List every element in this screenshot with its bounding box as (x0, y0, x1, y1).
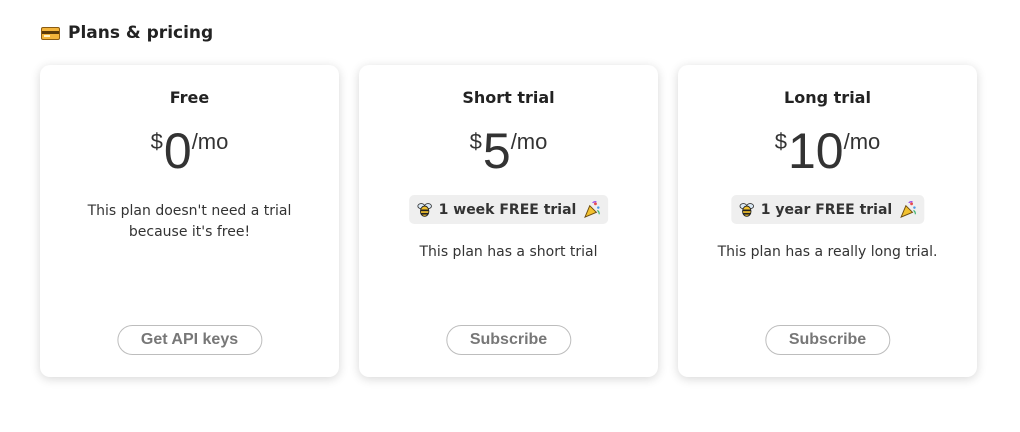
section-heading: Plans & pricing (41, 23, 213, 43)
trial-badge: 1 week FREE trial (408, 195, 609, 224)
subscribe-button[interactable]: Subscribe (764, 325, 891, 355)
trial-badge: 1 year FREE trial (730, 195, 925, 224)
trial-label: 1 week FREE trial (438, 201, 577, 218)
plan-price: $ 0 /mo (40, 123, 339, 179)
price-period: /mo (510, 129, 548, 154)
price-amount: 10 (787, 123, 844, 179)
credit-card-icon (41, 26, 60, 40)
section-title: Plans & pricing (68, 23, 214, 43)
plan-description: This plan has a really long trial. (717, 244, 938, 260)
bee-icon (416, 203, 432, 217)
plan-card-short-trial: Short trial $ 5 /mo 1 week FREE trial Th… (359, 65, 658, 377)
trial-label: 1 year FREE trial (760, 201, 893, 218)
plan-card-free: Free $ 0 /mo This plan doesn't need a tr… (40, 65, 339, 377)
plan-name: Long trial (784, 88, 871, 107)
price-currency: $ (774, 129, 787, 154)
subscribe-button[interactable]: Subscribe (445, 325, 572, 355)
price-currency: $ (150, 129, 163, 154)
price-amount: 0 (163, 123, 192, 179)
get-api-keys-button[interactable]: Get API keys (116, 325, 263, 355)
plan-cards: Free $ 0 /mo This plan doesn't need a tr… (40, 65, 977, 377)
party-popper-icon (584, 200, 601, 218)
plan-card-long-trial: Long trial $ 10 /mo 1 year FREE trial Th… (678, 65, 977, 377)
party-popper-icon (900, 200, 916, 218)
plan-price: $ 10 /mo (678, 123, 977, 179)
price-period: /mo (843, 129, 881, 154)
price-currency: $ (469, 129, 482, 154)
plan-description: This plan doesn't need a trial because i… (87, 203, 292, 240)
plan-name: Free (169, 88, 210, 107)
bee-icon (739, 203, 754, 217)
plan-name: Short trial (462, 88, 555, 107)
price-period: /mo (191, 129, 229, 154)
price-amount: 5 (482, 123, 511, 179)
plan-description: This plan has a short trial (419, 244, 598, 260)
plan-price: $ 5 /mo (359, 123, 658, 179)
plans-page: Plans & pricing Free $ 0 /mo This plan d… (0, 0, 1020, 432)
